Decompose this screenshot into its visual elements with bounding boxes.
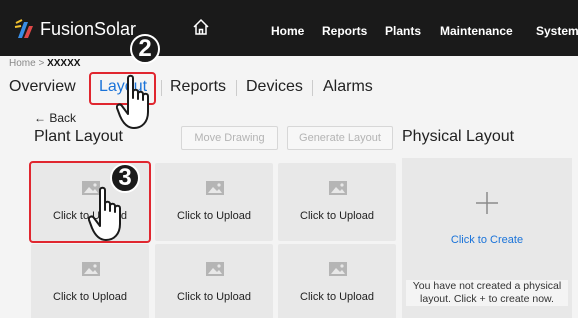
back-link[interactable]: ← Back — [34, 111, 76, 125]
upload-card[interactable]: Click to Upload — [278, 163, 396, 241]
empty-layout-message: You have not created a physical layout. … — [406, 280, 568, 306]
upload-label: Click to Upload — [177, 291, 251, 303]
upload-card[interactable]: Click to Upload — [278, 244, 396, 318]
pointing-hand-icon — [116, 74, 149, 129]
tab-overview[interactable]: Overview — [9, 78, 76, 96]
nav-maintenance[interactable]: Maintenance — [440, 24, 513, 38]
upload-label: Click to Upload — [53, 291, 127, 303]
fusionsolar-logo-icon — [14, 19, 33, 38]
breadcrumb: Home > XXXXX — [9, 58, 80, 69]
image-placeholder-icon — [206, 262, 224, 276]
upload-card[interactable]: Click to Upload — [155, 244, 273, 318]
pointing-hand-icon — [88, 186, 121, 241]
image-placeholder-icon — [329, 181, 347, 195]
generate-layout-button[interactable]: Generate Layout — [287, 126, 393, 150]
nav-reports[interactable]: Reports — [322, 24, 367, 38]
move-drawing-button[interactable]: Move Drawing — [181, 126, 278, 150]
upload-label: Click to Upload — [300, 291, 374, 303]
image-placeholder-icon — [329, 262, 347, 276]
brand-name[interactable]: FusionSolar — [40, 19, 136, 40]
image-placeholder-icon — [82, 262, 100, 276]
upload-card[interactable]: Click to Upload — [155, 163, 273, 241]
upload-label: Click to Upload — [300, 210, 374, 222]
tab-reports[interactable]: Reports — [170, 78, 226, 96]
top-navigation-bar: FusionSolar Home Reports Plants Maintena… — [0, 0, 578, 56]
home-icon[interactable] — [192, 18, 210, 36]
create-label[interactable]: Click to Create — [402, 234, 572, 246]
upload-label: Click to Upload — [177, 210, 251, 222]
image-placeholder-icon — [206, 181, 224, 195]
upload-card[interactable]: Click to Upload — [31, 244, 149, 318]
tab-alarms[interactable]: Alarms — [323, 78, 373, 96]
tab-divider — [236, 80, 237, 96]
step-2-badge: 2 — [130, 34, 160, 64]
tab-divider — [312, 80, 313, 96]
tab-devices[interactable]: Devices — [246, 78, 303, 96]
nav-system[interactable]: System — [536, 24, 578, 38]
breadcrumb-home[interactable]: Home — [9, 58, 36, 69]
nav-plants[interactable]: Plants — [385, 24, 421, 38]
breadcrumb-separator: > — [38, 58, 45, 69]
nav-home[interactable]: Home — [271, 24, 304, 38]
breadcrumb-current: XXXXX — [47, 58, 81, 69]
physical-layout-title: Physical Layout — [402, 128, 515, 145]
plant-layout-title: Plant Layout — [34, 128, 123, 145]
plus-icon[interactable] — [476, 192, 498, 214]
